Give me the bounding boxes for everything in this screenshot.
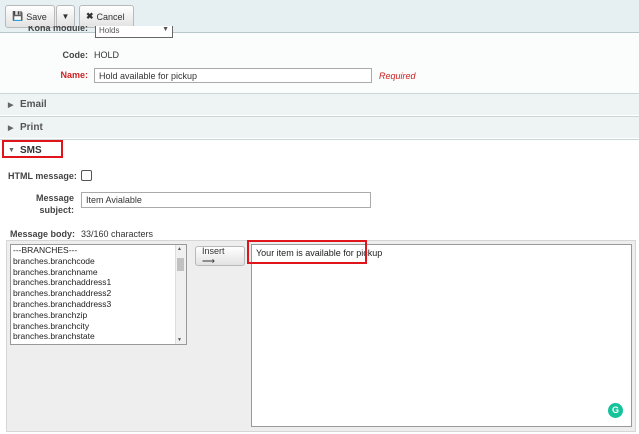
section-email-label: Email (20, 99, 47, 110)
subject-label-line2: subject: (39, 205, 74, 215)
caret-right-icon: ▶ (8, 124, 14, 132)
module-select-value: Holds (99, 26, 120, 35)
list-item[interactable]: branches.branchstate (11, 331, 186, 342)
html-message-checkbox[interactable] (81, 170, 92, 181)
close-icon: ✖ (86, 11, 94, 21)
code-value: HOLD (94, 50, 120, 60)
required-text: Required (379, 71, 416, 81)
list-item[interactable]: branches.branchaddress1 (11, 277, 186, 288)
section-print-header[interactable]: ▶ Print (0, 116, 639, 138)
sms-highlight-box (2, 140, 63, 158)
save-button[interactable]: 💾 Save (5, 5, 55, 28)
scroll-down-arrow-icon[interactable]: ▼ (177, 337, 182, 343)
section-email-header[interactable]: ▶ Email (0, 93, 639, 115)
list-item[interactable]: branches.branchaddress2 (11, 288, 186, 299)
body-highlight-box (247, 240, 367, 264)
list-item[interactable]: branches.branchname (11, 267, 186, 278)
message-body-textarea[interactable]: Your item is available for pickup G (251, 244, 632, 427)
section-sms-header[interactable]: ▼ SMS (0, 139, 639, 161)
name-label: Name: (60, 70, 88, 80)
module-label: Koha module: (28, 26, 88, 33)
list-item[interactable]: branches.branchaddress3 (11, 299, 186, 310)
cancel-button[interactable]: ✖ Cancel (79, 5, 134, 28)
code-label: Code: (62, 50, 89, 60)
save-options-dropdown-button[interactable]: ▼ (56, 5, 75, 28)
name-input[interactable]: Hold available for pickup (94, 68, 372, 83)
save-button-label: Save (26, 11, 47, 22)
scroll-thumb[interactable] (177, 258, 184, 271)
scroll-up-arrow-icon[interactable]: ▲ (177, 246, 182, 252)
floppy-disk-icon: 💾 (12, 11, 24, 21)
notice-info-area (0, 33, 639, 93)
list-item[interactable]: branches.branchzip (11, 310, 186, 321)
subject-label-line1: Message (35, 193, 74, 203)
list-item[interactable]: branches.branchcity (11, 321, 186, 332)
caret-down-icon: ▼ (61, 12, 70, 21)
listbox-scrollbar[interactable]: ▲ ▼ (175, 245, 186, 344)
section-print-label: Print (20, 122, 43, 133)
caret-right-icon: ▶ (8, 101, 14, 109)
cancel-button-label: Cancel (96, 11, 125, 22)
module-select[interactable]: Holds ▼ (95, 26, 173, 38)
list-item[interactable]: branches.branchcode (11, 256, 186, 267)
list-item[interactable]: ---BRANCHES--- (11, 245, 186, 256)
caret-down-icon: ▼ (162, 26, 169, 33)
subject-input[interactable]: Item Avialable (81, 192, 371, 208)
html-message-label: HTML message: (8, 171, 77, 181)
character-count: 33/160 characters (81, 229, 154, 239)
insert-button[interactable]: Insert ⟶ (195, 246, 245, 266)
message-body-label: Message body: (10, 229, 76, 239)
grammarly-icon[interactable]: G (608, 403, 623, 418)
fields-listbox[interactable]: ---BRANCHES--- branches.branchcode branc… (10, 244, 187, 345)
